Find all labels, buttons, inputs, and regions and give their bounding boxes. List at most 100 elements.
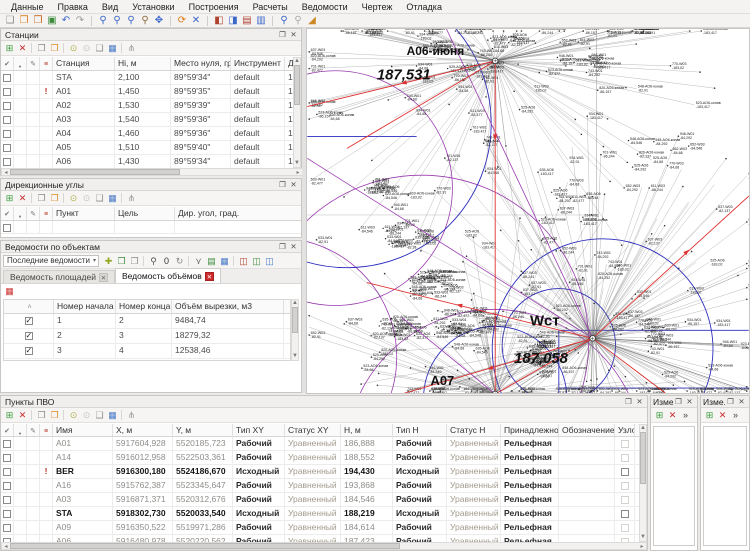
row-checkbox[interactable] bbox=[3, 116, 11, 124]
table-row[interactable]: !A011,45089°59'35"default15.09 bbox=[1, 85, 295, 99]
overflow-icon[interactable]: » bbox=[679, 409, 692, 421]
row-checkbox[interactable] bbox=[3, 144, 11, 152]
table-row[interactable]: A021,53089°59'39"default15.09 bbox=[1, 99, 295, 113]
table-row[interactable]: STA5918302,7305520033,540ИсходныйУравнен… bbox=[1, 507, 639, 521]
menu-item-отладка[interactable]: Отладка bbox=[399, 1, 449, 13]
table-row[interactable]: 129484,74 bbox=[4, 314, 290, 329]
table-view-icon[interactable]: ▦ bbox=[106, 42, 119, 54]
row-checkbox[interactable] bbox=[3, 496, 11, 504]
report-export-icon[interactable]: ◫ bbox=[237, 255, 250, 267]
report-save-as-icon[interactable]: ◫ bbox=[263, 255, 276, 267]
zoom-out-icon[interactable]: ⚲ bbox=[124, 15, 138, 27]
table-cell[interactable]: Станция bbox=[53, 57, 115, 70]
refresh-icon[interactable]: ⟳ bbox=[175, 15, 189, 27]
pan-right-icon[interactable]: ◨ bbox=[226, 15, 240, 27]
table-cell[interactable]: Статус Н bbox=[447, 424, 501, 436]
row-checkbox[interactable] bbox=[3, 510, 11, 518]
search-off-icon[interactable]: ⚲ bbox=[291, 15, 305, 27]
report-search-icon[interactable]: ⚲ bbox=[147, 255, 160, 267]
undo-icon[interactable]: ↶ bbox=[59, 15, 73, 27]
table-cell[interactable]: X, м bbox=[113, 424, 173, 436]
changes-list[interactable] bbox=[703, 426, 747, 546]
table-header-row[interactable]: ˄Номер началаНомер концаОбъём вырезки, м… bbox=[4, 300, 290, 314]
table-cell[interactable]: Пункт bbox=[53, 207, 115, 220]
bulb-on-icon[interactable]: ⊙ bbox=[67, 409, 80, 421]
report-table-icon[interactable]: ▦ bbox=[218, 255, 231, 267]
delete-row-icon[interactable]: ✕ bbox=[16, 192, 29, 204]
copy-icon[interactable]: ❐ bbox=[35, 409, 48, 421]
row-checkbox[interactable] bbox=[3, 158, 11, 166]
select-icon[interactable]: ⚲ bbox=[96, 15, 110, 27]
menu-item-правка[interactable]: Правка bbox=[51, 1, 95, 13]
table-cell[interactable]: Обозначение bbox=[559, 424, 615, 436]
paste-icon[interactable]: ❐ bbox=[48, 409, 61, 421]
measure-red-icon[interactable]: ▤ bbox=[240, 15, 254, 27]
close-tab-icon[interactable]: ✕ bbox=[205, 272, 214, 281]
tab-vedomost-obyomov[interactable]: Ведомость объёмов ✕ bbox=[115, 268, 221, 283]
copy-icon[interactable]: ❐ bbox=[35, 42, 48, 54]
row-checkbox[interactable] bbox=[3, 130, 11, 138]
add-row-icon[interactable]: ⊞ bbox=[3, 192, 16, 204]
table-cell[interactable]: Номер начала bbox=[54, 300, 116, 313]
redo-icon[interactable]: ↷ bbox=[73, 15, 87, 27]
table-row[interactable]: 3412538,46 bbox=[4, 344, 290, 359]
measure-blue-icon[interactable]: ▥ bbox=[254, 15, 268, 27]
table-header-row[interactable]: ✔❟✎≡ПунктЦельДир. угол, град. bbox=[1, 207, 301, 221]
close-panel-button[interactable]: ✕ bbox=[684, 397, 695, 407]
row-checkbox[interactable] bbox=[621, 454, 629, 462]
table-cell[interactable]: Н, м bbox=[341, 424, 393, 436]
paste-icon[interactable]: ❐ bbox=[48, 192, 61, 204]
dir-angles-table[interactable]: ✔❟✎≡ПунктЦельДир. угол, град. bbox=[1, 207, 301, 237]
sheet-icon[interactable]: ▦ bbox=[3, 285, 16, 297]
tab-vedomost-ploshadey[interactable]: Ведомость площадей ✕ bbox=[3, 270, 115, 283]
filter-icon[interactable]: ⋔ bbox=[125, 192, 138, 204]
table-row[interactable] bbox=[1, 221, 301, 234]
float-panel-button[interactable]: ❐ bbox=[725, 397, 736, 407]
row-checkbox[interactable] bbox=[25, 347, 33, 355]
table-cell[interactable]: Место нуля, град bbox=[171, 57, 231, 70]
table-row[interactable]: 2318279,32 bbox=[4, 329, 290, 344]
preview-icon[interactable]: ❑ bbox=[93, 409, 106, 421]
table-view-icon[interactable]: ▦ bbox=[106, 409, 119, 421]
pan-icon[interactable]: ✥ bbox=[152, 15, 166, 27]
row-checkbox[interactable] bbox=[621, 482, 629, 490]
reports-dropdown[interactable]: Последние ведомости ▾ bbox=[3, 255, 99, 267]
table-row[interactable]: A145916012,9585522503,361РабочийУравненн… bbox=[1, 451, 639, 465]
close-panel-button[interactable]: ✕ bbox=[288, 30, 299, 40]
delete-row-icon[interactable]: ✕ bbox=[16, 409, 29, 421]
points-table[interactable]: ✔❟✎≡ИмяX, мY, мТип XYСтатус XYН, мТип НС… bbox=[1, 424, 639, 542]
row-checkbox[interactable] bbox=[621, 468, 629, 476]
table-header-row[interactable]: ✔❟✎≡ИмяX, мY, мТип XYСтатус XYН, мТип НС… bbox=[1, 424, 639, 437]
plan-view[interactable]: 934-W01-84,68934-W01-84,546820-АО6-конав… bbox=[307, 29, 749, 393]
row-checkbox[interactable] bbox=[3, 224, 11, 232]
save-icon[interactable]: ▣ bbox=[45, 15, 59, 27]
float-panel-button[interactable]: ❐ bbox=[623, 397, 634, 407]
zoom-area-icon[interactable]: ⚲ bbox=[138, 15, 152, 27]
row-checkbox[interactable] bbox=[621, 440, 629, 448]
menu-item-ведомости[interactable]: Ведомости bbox=[295, 1, 355, 13]
table-row[interactable]: A035916871,3715520312,676РабочийУравненн… bbox=[1, 493, 639, 507]
report-add-icon[interactable]: ✚ bbox=[102, 255, 115, 267]
search-icon[interactable]: ⚲ bbox=[277, 15, 291, 27]
volumes-vscroll[interactable]: ▲▼ bbox=[291, 299, 299, 361]
preview-icon[interactable]: ❑ bbox=[93, 192, 106, 204]
fit-view-icon[interactable]: ✕ bbox=[189, 15, 203, 27]
table-cell[interactable]: Hi, м bbox=[115, 57, 171, 70]
table-row[interactable]: A061,43089°59'34"default15.09 bbox=[1, 155, 295, 168]
row-checkbox[interactable] bbox=[25, 332, 33, 340]
menu-item-построения[interactable]: Построения bbox=[182, 1, 246, 13]
report-refresh-icon[interactable]: ↻ bbox=[173, 255, 186, 267]
stations-table[interactable]: ✔❟✎≡СтанцияHi, мМесто нуля, градИнструме… bbox=[1, 57, 295, 168]
row-checkbox[interactable] bbox=[3, 468, 11, 476]
row-checkbox[interactable] bbox=[3, 74, 11, 82]
bulb-off-icon[interactable]: ⊙ bbox=[80, 409, 93, 421]
changes-list[interactable] bbox=[653, 426, 695, 546]
table-row[interactable]: A065916480,9785520220,562РабочийУравненн… bbox=[1, 535, 639, 542]
add-row-icon[interactable]: ⊞ bbox=[3, 42, 16, 54]
table-view-icon[interactable]: ▦ bbox=[106, 192, 119, 204]
table-cell[interactable]: Y, м bbox=[173, 424, 233, 436]
add-row-icon[interactable]: ⊞ bbox=[703, 409, 716, 421]
row-checkbox[interactable] bbox=[621, 496, 629, 504]
eraser-icon[interactable]: ◢ bbox=[305, 15, 319, 27]
delete-row-icon[interactable]: ✕ bbox=[716, 409, 729, 421]
